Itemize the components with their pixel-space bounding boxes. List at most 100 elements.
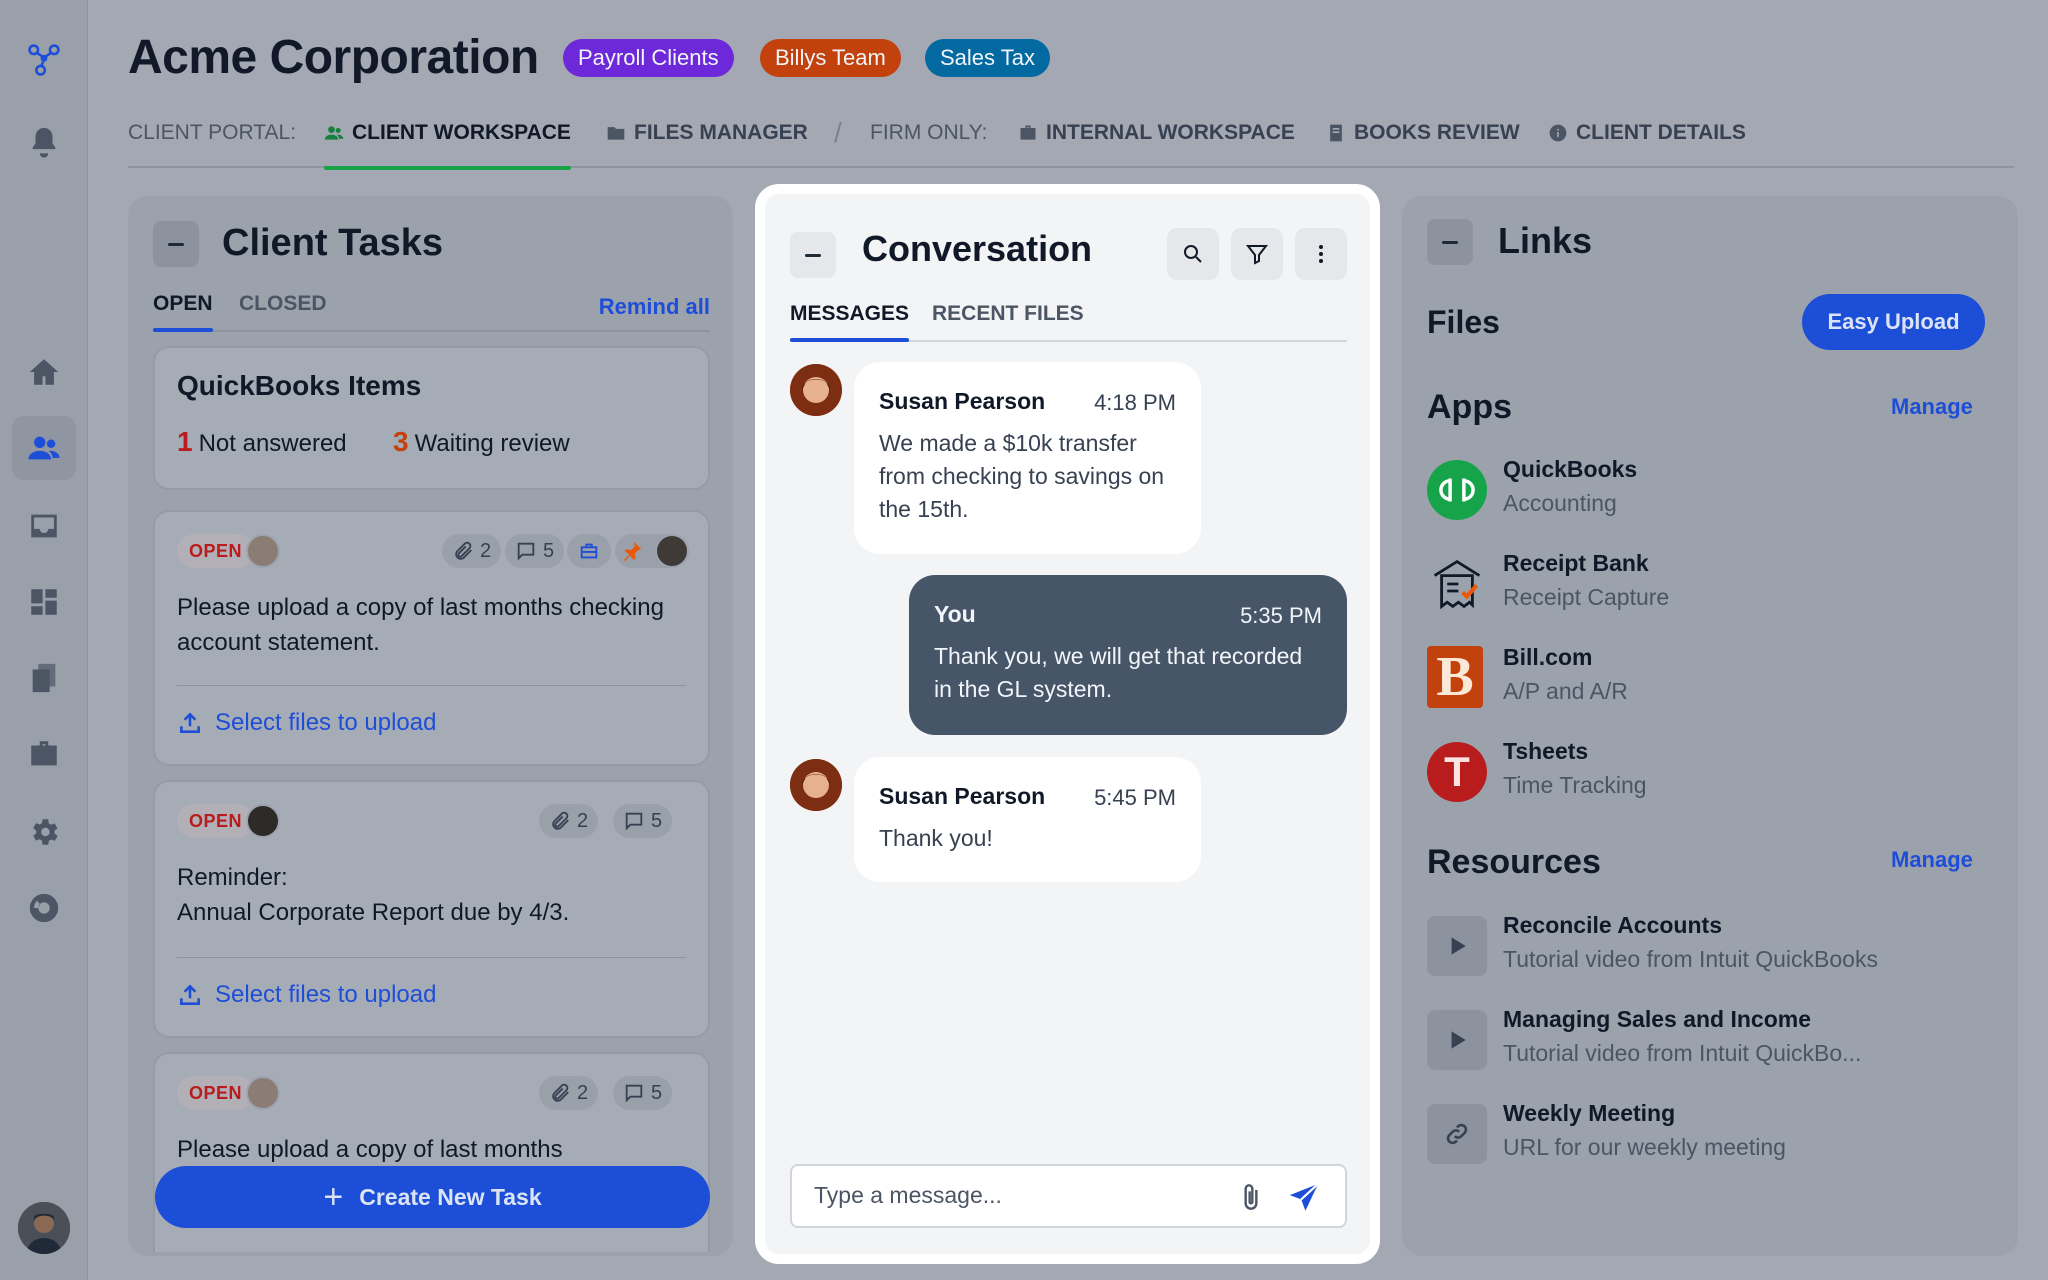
user-avatar[interactable]	[18, 1202, 70, 1254]
status-badge: OPEN	[177, 804, 255, 838]
inbox-icon[interactable]	[12, 494, 76, 558]
tab-recent-files[interactable]: RECENT FILES	[932, 302, 1084, 326]
page-title: Acme Corporation	[128, 31, 539, 84]
app-logo-icon[interactable]	[12, 28, 76, 92]
comments-count[interactable]: 5	[613, 804, 673, 838]
app-item-bill-com[interactable]: B Bill.com A/P and A/R	[1427, 644, 1847, 710]
links-panel	[1402, 196, 2018, 1256]
divider	[177, 957, 686, 958]
book-icon	[1330, 124, 1342, 142]
quickbooks-items-card[interactable]: QuickBooks Items 1 Not answered 3 Waiting …	[153, 346, 710, 490]
waiting-review-label: Waiting review	[414, 430, 570, 457]
tab-client-details-label: CLIENT DETAILS	[1576, 121, 1746, 144]
app-name: Receipt Bank	[1503, 550, 1649, 576]
play-icon	[1427, 1010, 1487, 1070]
manage-resources-link[interactable]: Manage	[1891, 847, 1973, 873]
tab-open[interactable]: OPEN	[153, 292, 213, 332]
assignee-avatar	[246, 534, 280, 568]
send-icon[interactable]	[1287, 1181, 1321, 1215]
client-portal-label: CLIENT PORTAL:	[128, 121, 297, 144]
task-card[interactable]: OPEN 2 5 Reminder: Annual Corporate Repo…	[153, 780, 710, 1038]
tab-messages[interactable]: MESSAGES	[790, 302, 910, 342]
not-answered-label: Not answered	[198, 430, 347, 457]
documents-icon[interactable]	[12, 646, 76, 710]
help-lifebuoy-icon[interactable]	[12, 876, 76, 940]
briefcase-icon[interactable]	[12, 722, 76, 786]
app-subtitle: Time Tracking	[1503, 772, 1647, 798]
app-subtitle: Accounting	[1503, 490, 1617, 516]
tab-internal-workspace[interactable]: INTERNAL WORKSPACE	[1018, 118, 1295, 168]
task-tabs: OPEN CLOSED Remind all	[153, 284, 710, 332]
tab-closed[interactable]: CLOSED	[239, 292, 327, 316]
task-card[interactable]: OPEN 2 5 Please upload a copy of last mo…	[153, 510, 710, 766]
app-item-receipt-bank[interactable]: Receipt Bank Receipt Capture	[1427, 550, 1847, 616]
attachments-count[interactable]: 2	[539, 804, 599, 838]
app-name: Bill.com	[1503, 644, 1593, 670]
more-options-button[interactable]	[1295, 228, 1347, 280]
settings-gear-icon[interactable]	[12, 800, 76, 864]
create-new-task-button[interactable]: + Create New Task	[155, 1166, 710, 1228]
attachments-count[interactable]: 2	[539, 1076, 599, 1110]
comments-count[interactable]: 5	[613, 1076, 673, 1110]
conversation-title: Conversation	[862, 228, 1093, 269]
select-files-link[interactable]: Select files to upload	[177, 981, 436, 1009]
conversation-tabs: MESSAGES RECENT FILES	[790, 294, 1347, 342]
quickbooks-logo-icon	[1427, 460, 1487, 520]
resource-subtitle: Tutorial video from Intuit QuickBooks	[1503, 946, 1878, 972]
easy-upload-button[interactable]: Easy Upload	[1802, 294, 1985, 350]
message-time: 5:35 PM	[1240, 603, 1322, 628]
bell-icon[interactable]	[12, 110, 76, 174]
resource-name: Reconcile Accounts	[1503, 912, 1722, 938]
tab-books-review[interactable]: BOOKS REVIEW	[1326, 118, 1520, 168]
not-answered-stat: 1 Not answered	[177, 426, 347, 458]
collapse-tasks-button[interactable]	[153, 221, 199, 267]
attachments-count-value: 2	[577, 1081, 589, 1104]
home-icon[interactable]	[12, 340, 76, 404]
filter-icon	[1245, 245, 1269, 265]
tab-files-manager[interactable]: FILES MANAGER	[606, 118, 808, 168]
status-badge: OPEN	[177, 534, 255, 568]
comments-count[interactable]: 5	[505, 534, 565, 568]
dashboard-icon[interactable]	[12, 570, 76, 634]
play-icon	[1427, 916, 1487, 976]
app-item-quickbooks[interactable]: QuickBooks Accounting	[1427, 456, 1847, 522]
resource-name: Managing Sales and Income	[1503, 1006, 1812, 1032]
resource-item-reconcile-accounts[interactable]: Reconcile Accounts Tutorial video from I…	[1427, 912, 1947, 978]
attach-paperclip-icon[interactable]	[1235, 1180, 1267, 1216]
workspace-nav: CLIENT PORTAL: CLIENT WORKSPACE FILES MA…	[128, 118, 2014, 170]
tab-client-details[interactable]: CLIENT DETAILS	[1548, 118, 1746, 168]
link-icon	[1427, 1104, 1487, 1164]
search-button[interactable]	[1167, 228, 1219, 280]
message-text: Thank you!	[879, 825, 993, 851]
filter-button[interactable]	[1231, 228, 1283, 280]
collapse-conversation-button[interactable]	[790, 232, 836, 278]
collapse-links-button[interactable]	[1427, 219, 1473, 265]
briefcase-icon	[580, 543, 598, 559]
manage-apps-link[interactable]: Manage	[1891, 394, 1973, 420]
tag-billys-team[interactable]: Billys Team	[760, 39, 901, 77]
app-item-tsheets[interactable]: T Tsheets Time Tracking	[1427, 738, 1847, 804]
remind-all-link[interactable]: Remind all	[599, 294, 710, 320]
tab-client-workspace[interactable]: CLIENT WORKSPACE	[324, 118, 571, 170]
resource-name: Weekly Meeting	[1503, 1100, 1676, 1126]
app-subtitle: Receipt Capture	[1503, 584, 1670, 610]
attachments-count[interactable]: 2	[442, 534, 502, 568]
comment-icon	[625, 812, 643, 831]
message-text: Thank you, we will get that recorded in …	[934, 643, 1303, 702]
resource-item-managing-sales[interactable]: Managing Sales and Income Tutorial video…	[1427, 1006, 1947, 1072]
message-input[interactable]	[814, 1182, 1214, 1209]
divider	[177, 685, 686, 686]
comments-count-value: 5	[543, 539, 555, 562]
resources-heading: Resources	[1427, 843, 1601, 881]
select-files-link[interactable]: Select files to upload	[177, 709, 436, 737]
tag-payroll-clients[interactable]: Payroll Clients	[563, 39, 734, 77]
resource-item-weekly-meeting[interactable]: Weekly Meeting URL for our weekly meetin…	[1427, 1100, 1947, 1166]
clients-icon[interactable]	[12, 416, 76, 480]
links-title: Links	[1498, 220, 1593, 261]
susan-pearson-avatar	[790, 759, 842, 811]
pinned-by-avatar	[655, 534, 689, 568]
upload-icon	[180, 984, 200, 1005]
tag-sales-tax[interactable]: Sales Tax	[925, 39, 1050, 77]
bill-com-logo-icon: B	[1427, 646, 1483, 708]
internal-task-badge	[567, 534, 611, 568]
